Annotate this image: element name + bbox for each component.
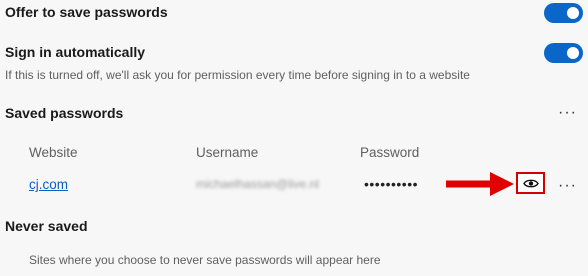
offer-save-passwords-toggle[interactable]	[544, 3, 583, 23]
offer-save-passwords-row: Offer to save passwords	[5, 3, 588, 24]
sign-in-automatically-toggle[interactable]	[544, 43, 583, 63]
sign-in-automatically-description: If this is turned off, we'll ask you for…	[5, 68, 470, 82]
sign-in-automatically-label: Sign in automatically	[5, 44, 146, 60]
saved-passwords-more-button[interactable]: ···	[558, 105, 577, 121]
column-header-website: Website	[29, 145, 78, 160]
toggle-knob	[567, 47, 579, 59]
eye-icon	[523, 179, 539, 188]
column-header-username: Username	[196, 145, 259, 160]
sign-in-automatically-row: Sign in automatically	[5, 43, 588, 64]
never-saved-title: Never saved	[5, 218, 88, 234]
toggle-knob	[567, 7, 579, 19]
saved-password-website-link[interactable]: cj.com	[29, 177, 68, 192]
saved-password-username: michaelhassan@live.nl	[196, 177, 319, 191]
offer-save-passwords-label: Offer to save passwords	[5, 4, 168, 20]
saved-password-row-more-button[interactable]: ···	[558, 178, 577, 194]
column-header-password: Password	[360, 145, 420, 160]
never-saved-description: Sites where you choose to never save pas…	[29, 253, 381, 267]
saved-password-masked: ••••••••••	[364, 176, 419, 192]
saved-passwords-title: Saved passwords	[5, 105, 124, 121]
annotation-arrow-icon	[446, 172, 514, 196]
reveal-password-button[interactable]	[516, 172, 545, 194]
